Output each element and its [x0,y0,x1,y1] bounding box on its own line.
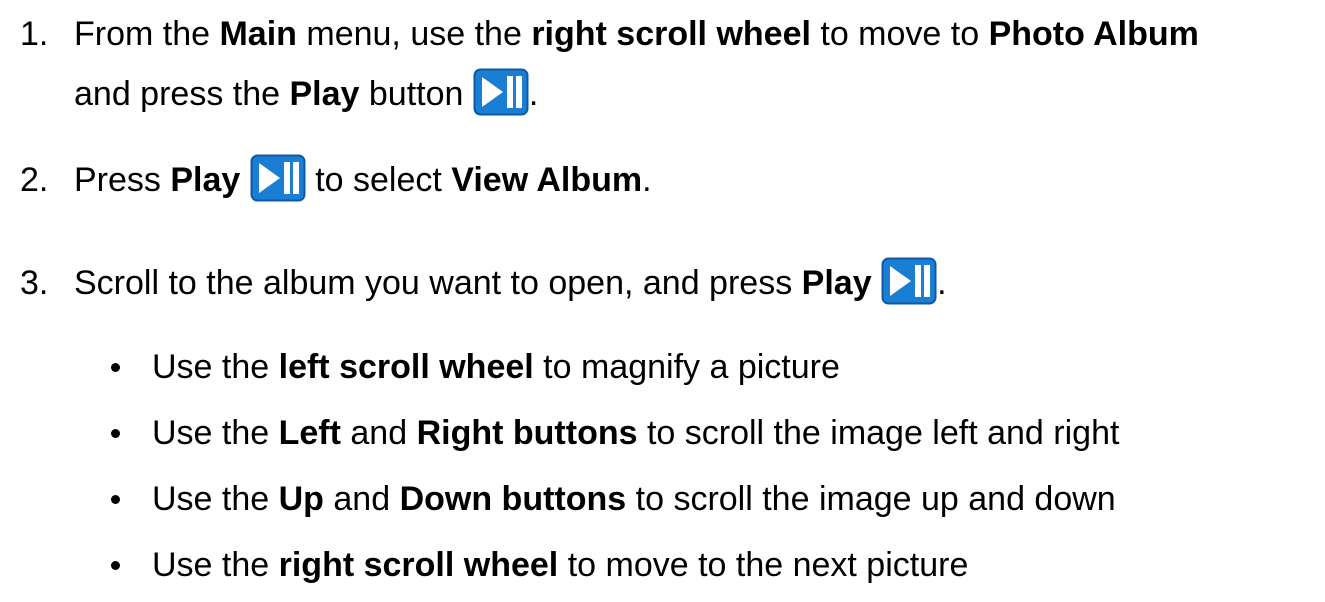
bullet-dot [111,363,120,372]
bullet-item-4: Use the right scroll wheel to move to th… [152,545,968,585]
step-2-text: to select [305,160,452,199]
step-1-text: to move to [810,15,989,53]
step-2-period: . [642,160,652,199]
step-2-bold-play: Play [170,160,241,199]
step-1-bold-main: Main [219,15,297,53]
step-1-line-1: 1. From the Main menu, use the right scro… [20,14,1199,54]
step-1-line-2: and press the Play button . [74,68,539,120]
bullet-2-bold-right-buttons: Right buttons [416,414,638,452]
bullet-3-text: to scroll the image up and down [626,480,1116,518]
bullet-2-text: and [340,414,417,452]
bullet-item-2: Use the Left and Right buttons to scroll… [152,413,1119,453]
step-3-period: . [937,263,947,302]
bullet-1-text: to magnify a picture [533,348,840,386]
bullet-dot [111,495,120,504]
bullet-2-text: Use the [152,414,279,452]
play-pause-button-icon [881,257,937,305]
step-1-text: button [359,74,473,113]
bullet-4-text: to move to the next picture [558,546,969,584]
step-1-period: . [528,74,539,113]
bullet-dot [111,561,120,570]
step-1-number: 1. [20,15,49,53]
step-2-bold-view-album: View Album [451,160,643,199]
bullet-3-text: Use the [152,480,279,518]
step-2-number: 2. [20,160,49,199]
step-1-bold-right-scroll-wheel: right scroll wheel [531,15,811,53]
bullet-3-text: and [323,480,400,518]
step-1-text: menu, use the [296,15,532,53]
step-3-text: Scroll to the album you want to open, an… [74,263,802,302]
step-3-line: 3. Scroll to the album you want to open, … [20,257,947,309]
instruction-page: 1. From the Main menu, use the right scro… [0,0,1325,602]
step-1-bold-photo-album: Photo Album [988,15,1199,53]
bullet-2-bold-left: Left [278,414,341,452]
step-2-text: Press [74,160,171,199]
bullet-1-text: Use the [152,348,279,386]
play-pause-button-icon [250,154,306,202]
step-3-bold-play: Play [801,263,872,302]
step-1-text: and press the [74,74,290,113]
bullet-4-text: Use the [152,546,279,584]
step-1-bold-play: Play [289,74,360,113]
bullet-4-bold: right scroll wheel [278,546,559,584]
bullet-1-bold: left scroll wheel [278,348,534,386]
step-1-text: From the [74,15,220,53]
bullet-3-bold-up: Up [278,480,324,518]
step-3-number: 3. [20,263,49,302]
bullet-item-3: Use the Up and Down buttons to scroll th… [152,479,1116,519]
bullet-2-text: to scroll the image left and right [637,414,1120,452]
bullet-3-bold-down-buttons: Down buttons [399,480,627,518]
step-2-line: 2. Press Play to select View Album. [20,154,652,206]
bullet-dot [111,429,120,438]
play-pause-button-icon [473,68,529,116]
bullet-item-1: Use the left scroll wheel to magnify a p… [152,347,840,387]
